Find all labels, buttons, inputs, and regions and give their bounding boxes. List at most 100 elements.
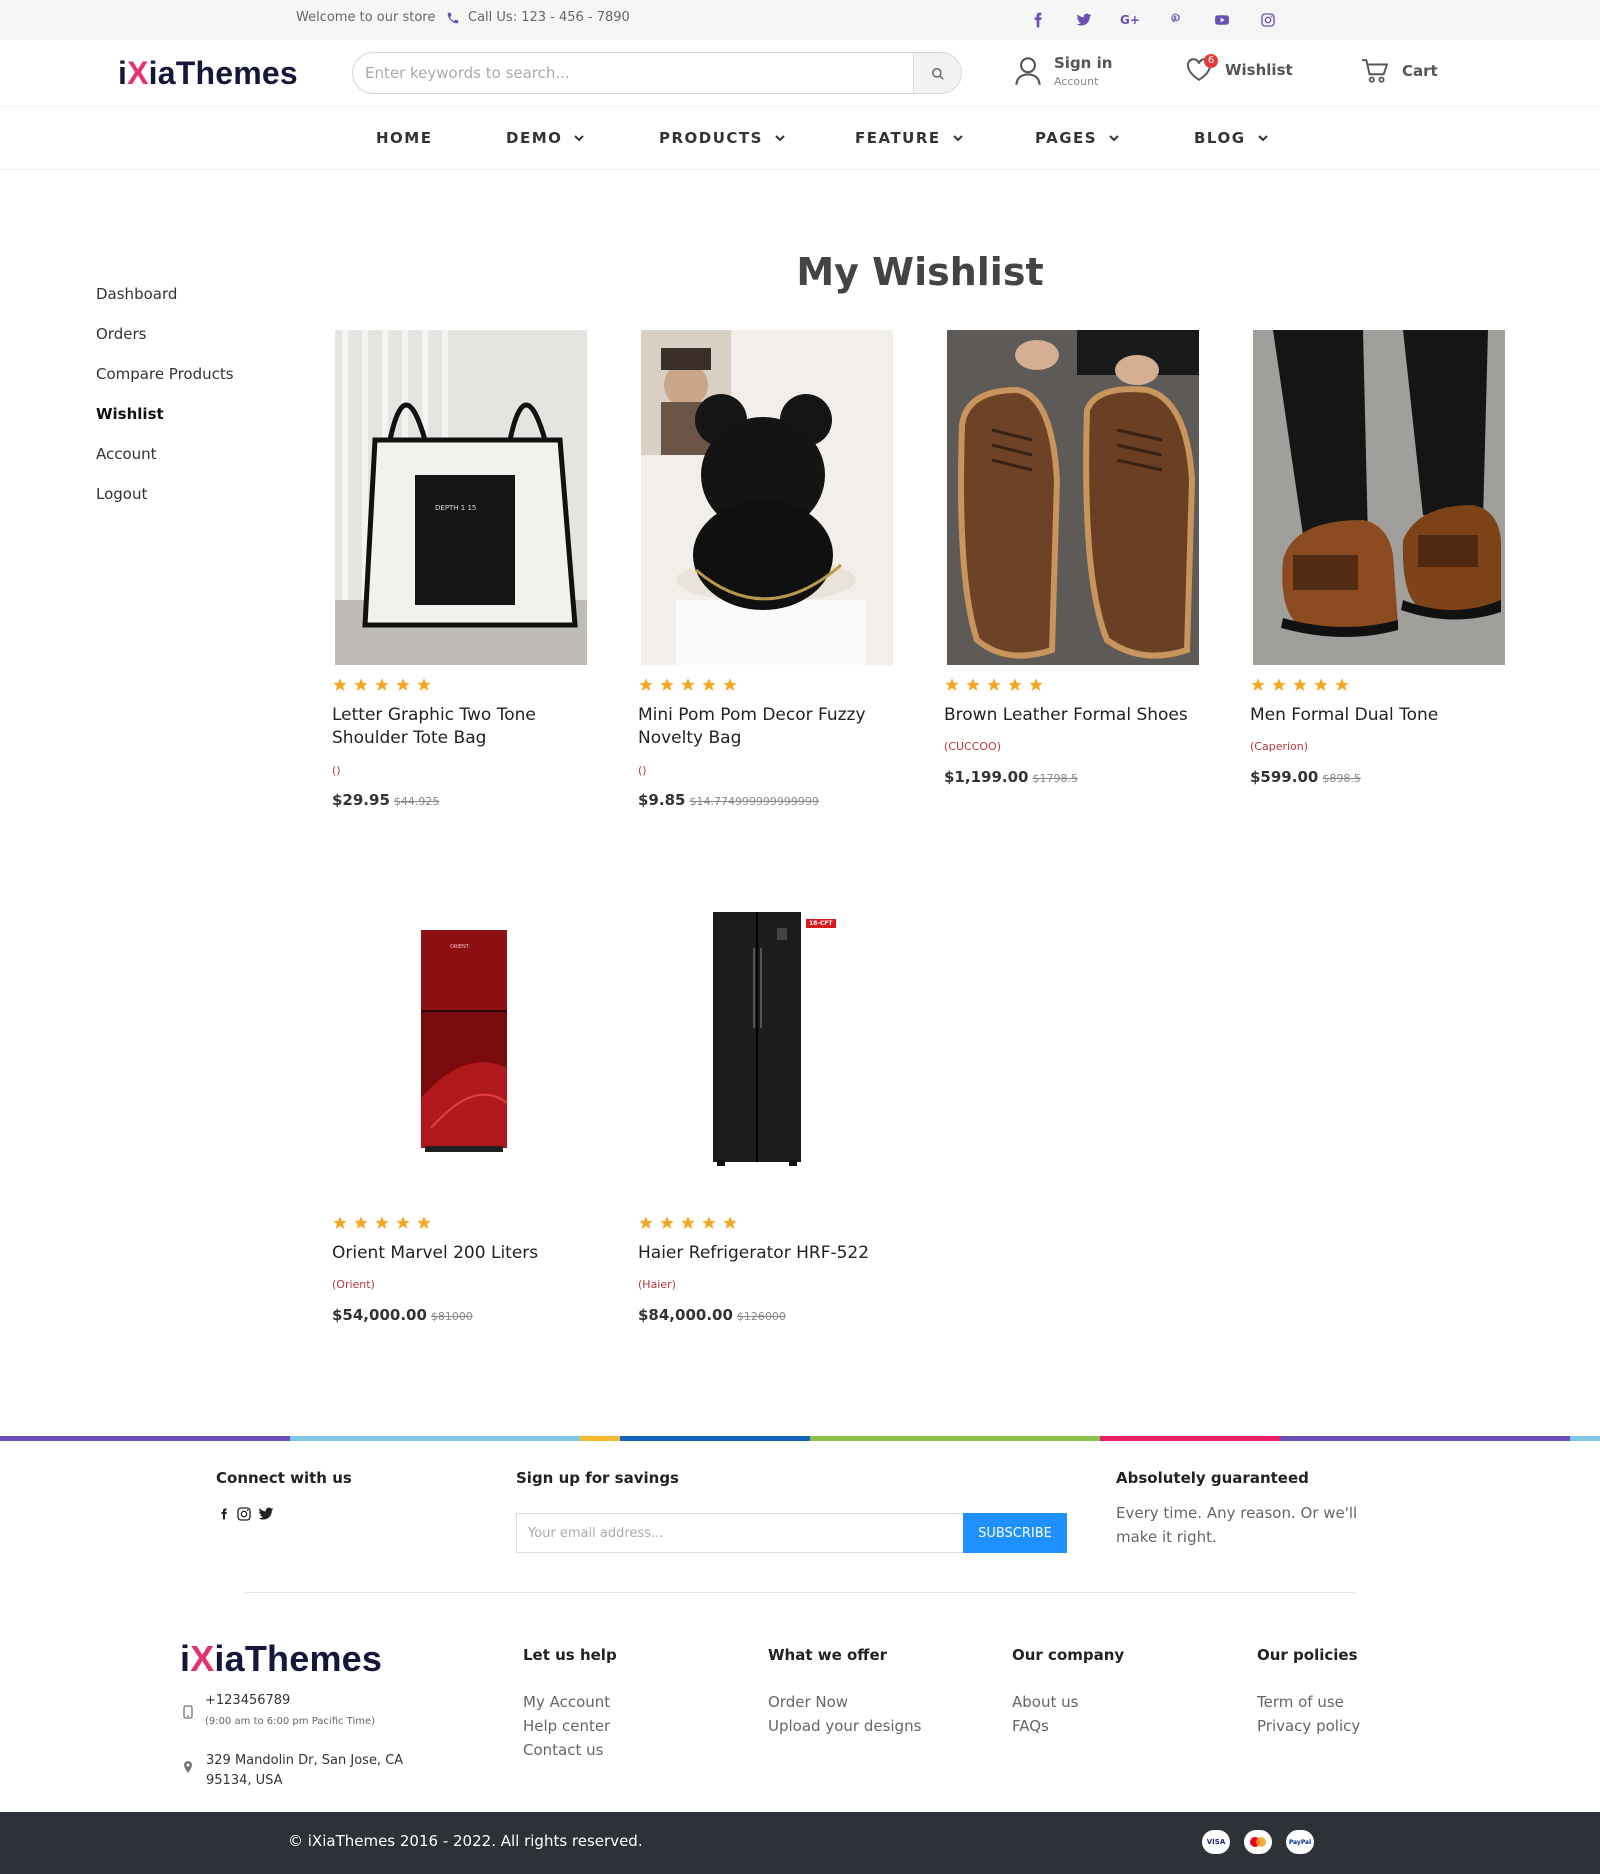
- nav-pages[interactable]: PAGES: [1035, 129, 1119, 147]
- star-icon: [375, 678, 389, 691]
- footer-phone: +123456789: [205, 1693, 291, 1708]
- mobile-phone-icon: [183, 1705, 193, 1719]
- footer-link-privacy[interactable]: Privacy policy: [1257, 1717, 1360, 1735]
- sidebar-item-orders[interactable]: Orders: [96, 325, 146, 343]
- wishlist-link[interactable]: 6 Wishlist: [1185, 54, 1293, 82]
- footer-col-heading: Let us help: [523, 1646, 617, 1664]
- rating-stars: [1250, 677, 1350, 693]
- wishlist-label: Wishlist: [1225, 61, 1293, 79]
- signin-link[interactable]: Sign in Account: [1014, 54, 1112, 88]
- subscribe-button[interactable]: SUBSCRIBE: [963, 1513, 1067, 1553]
- twitter-icon[interactable]: [258, 1506, 274, 1522]
- footer-link-order-now[interactable]: Order Now: [768, 1693, 848, 1711]
- old-price: $14.774999999999999: [689, 795, 819, 808]
- search-input[interactable]: [353, 53, 913, 93]
- youtube-icon[interactable]: [1212, 10, 1232, 30]
- product-title[interactable]: Brown Leather Formal Shoes: [944, 704, 1206, 727]
- rating-stars: [332, 677, 432, 693]
- footer-link-contact[interactable]: Contact us: [523, 1741, 603, 1759]
- product-brand: (CUCCOO): [944, 740, 1001, 753]
- social-links: G+: [1028, 10, 1278, 30]
- page-title: My Wishlist: [796, 250, 1044, 294]
- footer-link-terms[interactable]: Term of use: [1257, 1693, 1344, 1711]
- product-image[interactable]: 18-CFT: [641, 868, 893, 1203]
- sidebar-item-wishlist[interactable]: Wishlist: [96, 405, 164, 423]
- product-image[interactable]: [1253, 330, 1505, 665]
- google-plus-icon[interactable]: G+: [1120, 10, 1140, 30]
- star-icon: [333, 1216, 347, 1229]
- chevron-down-icon: [1257, 135, 1268, 142]
- product-image[interactable]: DEPTH 1 15: [335, 330, 587, 665]
- old-price: $44.925: [393, 795, 440, 808]
- search-button[interactable]: [913, 53, 961, 93]
- footer-link-help-center[interactable]: Help center: [523, 1717, 610, 1735]
- product-brand: (Caperion): [1250, 740, 1309, 753]
- footer-col-heading: Our company: [1012, 1646, 1125, 1664]
- product-card[interactable]: ORIENT Orient Marvel 200 Liters (Orient)…: [332, 868, 594, 1338]
- product-card[interactable]: Men Formal Dual Tone (Caperion) $599.00 $…: [1250, 330, 1512, 810]
- star-icon: [396, 678, 410, 691]
- signin-label: Sign in: [1054, 54, 1113, 72]
- current-price: $1,199.00: [944, 768, 1029, 786]
- instagram-icon[interactable]: [236, 1506, 252, 1522]
- instagram-icon[interactable]: [1258, 10, 1278, 30]
- product-card[interactable]: Brown Leather Formal Shoes (CUCCOO) $1,1…: [944, 330, 1206, 810]
- product-price: $9.85 $14.774999999999999: [638, 791, 819, 809]
- logo-x: X: [127, 55, 149, 91]
- product-title[interactable]: Mini Pom Pom Decor Fuzzy Novelty Bag: [638, 704, 900, 750]
- product-price: $54,000.00 $81000: [332, 1306, 473, 1324]
- wishlist-count-badge: 6: [1204, 54, 1218, 68]
- product-image[interactable]: ORIENT: [335, 868, 587, 1203]
- sidebar-item-logout[interactable]: Logout: [96, 485, 147, 503]
- nav-blog[interactable]: BLOG: [1194, 129, 1268, 147]
- footer-logo[interactable]: iXiaThemes: [180, 1638, 382, 1680]
- product-image[interactable]: [947, 330, 1199, 665]
- footer-link-my-account[interactable]: My Account: [523, 1693, 610, 1711]
- email-field[interactable]: [517, 1514, 964, 1552]
- phone-text: Call Us: 123 - 456 - 7890: [468, 10, 630, 25]
- product-card[interactable]: Mini Pom Pom Decor Fuzzy Novelty Bag () …: [638, 330, 900, 810]
- product-title[interactable]: Men Formal Dual Tone: [1250, 704, 1512, 727]
- mastercard-icon: [1244, 1830, 1272, 1854]
- paypal-icon: PayPal: [1286, 1830, 1314, 1854]
- sidebar-item-account[interactable]: Account: [96, 445, 157, 463]
- star-icon: [945, 678, 959, 691]
- nav-demo[interactable]: DEMO: [506, 129, 585, 147]
- pinterest-icon[interactable]: [1166, 10, 1186, 30]
- footer-link-faqs[interactable]: FAQs: [1012, 1717, 1049, 1735]
- logo-part: i: [118, 55, 128, 91]
- product-price: $84,000.00 $126000: [638, 1306, 786, 1324]
- footer-address: 329 Mandolin Dr, San Jose, CA 95134, USA: [206, 1751, 403, 1791]
- footer-socials: [218, 1506, 274, 1522]
- search-icon: [931, 68, 944, 80]
- footer-link-upload[interactable]: Upload your designs: [768, 1717, 921, 1735]
- product-image[interactable]: [641, 330, 893, 665]
- phone-info: Call Us: 123 - 456 - 7890: [446, 10, 630, 25]
- nav-feature[interactable]: FEATURE: [855, 129, 963, 147]
- star-icon: [966, 678, 980, 691]
- cart-link[interactable]: Cart: [1360, 58, 1438, 84]
- star-icon: [333, 678, 347, 691]
- nav-products[interactable]: PRODUCTS: [659, 129, 785, 147]
- nav-home[interactable]: HOME: [376, 129, 432, 147]
- product-title[interactable]: Haier Refrigerator HRF-522: [638, 1242, 900, 1265]
- product-title[interactable]: Letter Graphic Two Tone Shoulder Tote Ba…: [332, 704, 594, 750]
- twitter-icon[interactable]: [1074, 10, 1094, 30]
- facebook-icon[interactable]: [1028, 10, 1048, 30]
- star-icon: [375, 1216, 389, 1229]
- product-brand: (Orient): [332, 1278, 375, 1291]
- star-icon: [354, 678, 368, 691]
- facebook-icon[interactable]: [218, 1506, 230, 1522]
- product-card[interactable]: DEPTH 1 15 Letter Graphic Two Tone Shoul…: [332, 330, 594, 810]
- site-logo[interactable]: iXiaThemes: [118, 55, 298, 92]
- rating-stars: [332, 1215, 432, 1231]
- star-icon: [702, 678, 716, 691]
- product-card[interactable]: 18-CFT Haier Refrigerator HRF-522 (Haier…: [638, 868, 900, 1338]
- product-title[interactable]: Orient Marvel 200 Liters: [332, 1242, 594, 1265]
- sidebar-item-compare[interactable]: Compare Products: [96, 365, 234, 383]
- nav-label: DEMO: [506, 129, 563, 147]
- svg-text:ORIENT: ORIENT: [450, 944, 470, 950]
- footer-link-about[interactable]: About us: [1012, 1693, 1078, 1711]
- current-price: $84,000.00: [638, 1306, 733, 1324]
- old-price: $1798.5: [1032, 772, 1078, 785]
